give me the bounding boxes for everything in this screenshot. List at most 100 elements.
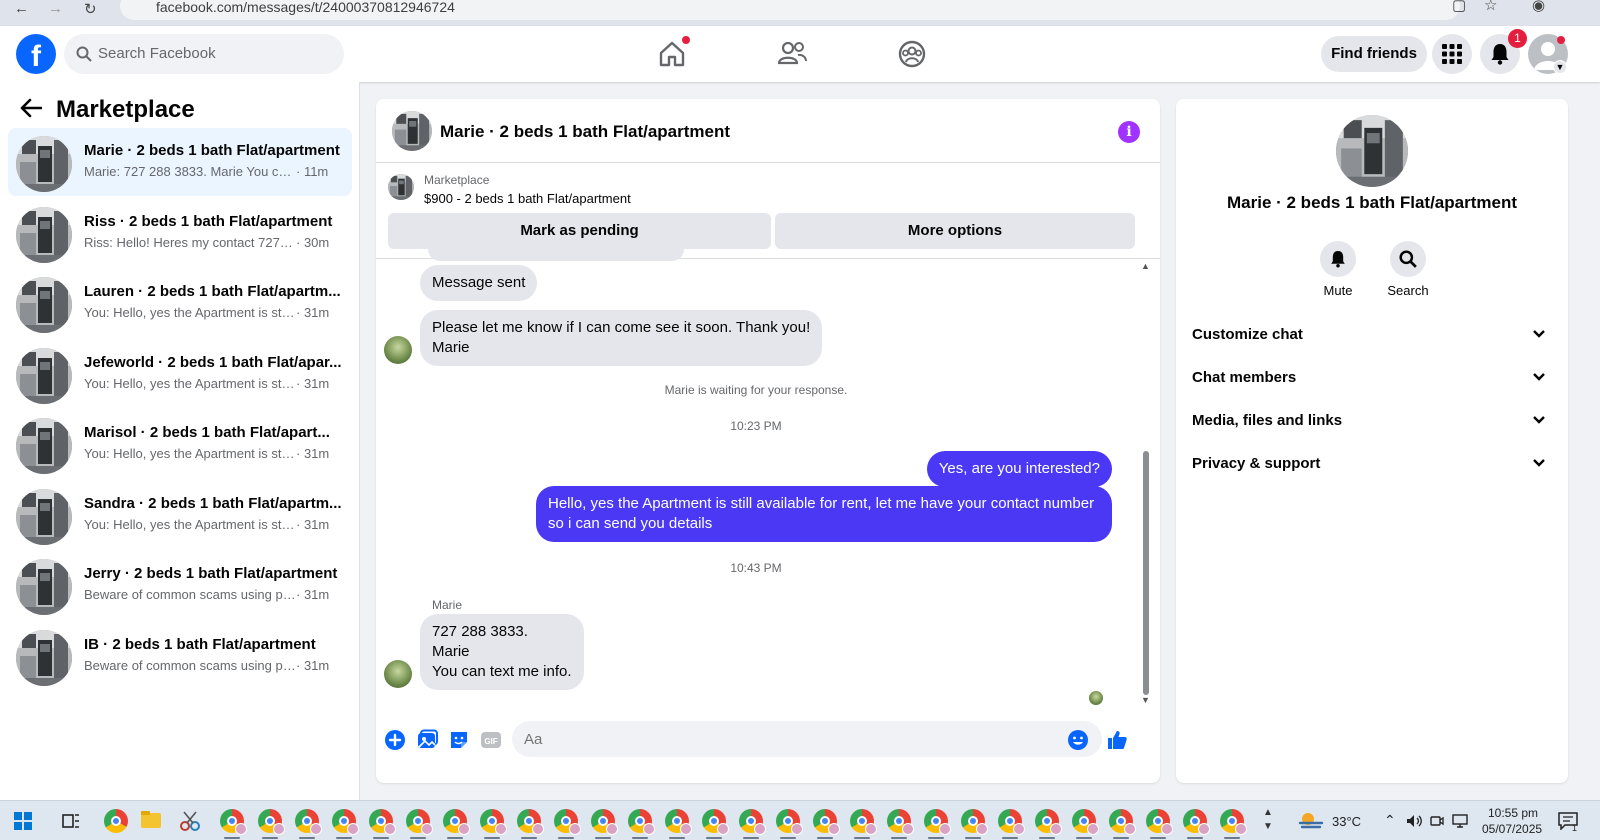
chrome-app-icon[interactable]: [1035, 809, 1062, 839]
volume-icon[interactable]: [1406, 814, 1422, 828]
thumbs-up-icon[interactable]: [1106, 729, 1128, 751]
conversation-avatar[interactable]: [16, 347, 72, 404]
forward-nav-icon[interactable]: →: [48, 0, 63, 17]
conversation-avatar[interactable]: [16, 629, 72, 686]
conversation-item[interactable]: Marie · 2 beds 1 bath Flat/apartment Mari…: [8, 128, 352, 196]
account-chevron-icon[interactable]: ▼: [1553, 60, 1567, 74]
chrome-app-icon[interactable]: [1183, 809, 1210, 839]
conversation-avatar[interactable]: [16, 136, 72, 192]
find-friends-button[interactable]: Find friends: [1321, 36, 1427, 72]
chrome-app-icon[interactable]: [258, 809, 285, 839]
groups-nav-icon[interactable]: [892, 36, 932, 72]
chrome-app-icon[interactable]: [665, 809, 692, 839]
home-nav-icon[interactable]: [652, 36, 692, 72]
scrollbar-thumb[interactable]: [1143, 451, 1149, 695]
url-text[interactable]: facebook.com/messages/t/2400037081294672…: [156, 0, 455, 15]
clock-date[interactable]: 05/07/2025: [1482, 822, 1542, 836]
back-nav-icon[interactable]: ←: [14, 0, 29, 17]
weather-icon[interactable]: [1298, 811, 1324, 831]
chrome-app-icon[interactable]: [776, 809, 803, 839]
bookmark-star-icon[interactable]: ☆: [1484, 0, 1497, 14]
chrome-app-icon[interactable]: [406, 809, 433, 839]
photo-icon[interactable]: [416, 729, 438, 751]
chrome-app-icon[interactable]: [924, 809, 951, 839]
sticker-icon[interactable]: [448, 729, 470, 751]
chrome-app-icon[interactable]: [998, 809, 1025, 839]
media-files-links-section[interactable]: Media, files and links: [1192, 403, 1552, 439]
chat-title[interactable]: Marie · 2 beds 1 bath Flat/apartment: [440, 122, 730, 142]
privacy-support-section[interactable]: Privacy & support: [1192, 446, 1552, 482]
network-icon[interactable]: [1452, 814, 1468, 828]
search-box[interactable]: Search Facebook: [64, 34, 344, 74]
scroll-up-arrow-icon[interactable]: ▲: [1141, 261, 1150, 271]
conversation-avatar[interactable]: [16, 488, 72, 545]
chrome-app-icon[interactable]: [628, 809, 655, 839]
chrome-app-icon[interactable]: [1072, 809, 1099, 839]
conversation-item[interactable]: Marisol · 2 beds 1 bath Flat/apart... You…: [8, 410, 352, 478]
chrome-app-icon[interactable]: [443, 809, 470, 839]
chrome-app-icon[interactable]: [480, 809, 507, 839]
windows-start-icon[interactable]: [14, 812, 32, 830]
conversation-item[interactable]: Lauren · 2 beds 1 bath Flat/apartm... You…: [8, 269, 352, 337]
chrome-app-icon[interactable]: [295, 809, 322, 839]
chrome-app-icon[interactable]: [1109, 809, 1136, 839]
chrome-app-icon[interactable]: [961, 809, 988, 839]
clock-time[interactable]: 10:55 pm: [1488, 806, 1538, 820]
listing-thumbnail[interactable]: [388, 174, 414, 200]
cast-icon[interactable]: ▢: [1452, 0, 1466, 14]
address-bar[interactable]: facebook.com/messages/t/2400037081294672…: [120, 0, 1460, 20]
conversation-avatar[interactable]: [16, 418, 72, 474]
chrome-app-icon[interactable]: [850, 809, 877, 839]
conversation-item[interactable]: Sandra · 2 beds 1 bath Flat/apartm... You…: [8, 481, 352, 549]
conversation-avatar[interactable]: [16, 277, 72, 333]
chrome-app-icon[interactable]: [1146, 809, 1173, 839]
search-in-conversation-button[interactable]: Search: [1378, 241, 1438, 298]
facebook-logo-icon[interactable]: f: [16, 34, 56, 74]
more-options-button[interactable]: More options: [775, 213, 1135, 249]
chrome-app-icon[interactable]: [887, 809, 914, 839]
conversation-avatar[interactable]: [16, 206, 72, 263]
customize-chat-section[interactable]: Customize chat: [1192, 317, 1552, 353]
chrome-app-icon[interactable]: [220, 809, 247, 839]
chrome-app-icon[interactable]: [517, 809, 544, 839]
chat-members-section[interactable]: Chat members: [1192, 360, 1552, 396]
conversation-item[interactable]: IB · 2 beds 1 bath Flat/apartment Beware …: [8, 622, 352, 690]
contact-avatar[interactable]: [1336, 115, 1408, 187]
chrome-app-icon[interactable]: [369, 809, 396, 839]
conversation-avatar[interactable]: [16, 559, 72, 615]
conversation-item[interactable]: Riss · 2 beds 1 bath Flat/apartment Riss:…: [8, 199, 352, 267]
chrome-app-icon[interactable]: [813, 809, 840, 839]
chat-scrollbar[interactable]: ▲ ▼: [1141, 261, 1151, 709]
friends-nav-icon[interactable]: [772, 36, 812, 72]
conversation-item[interactable]: Jefeworld · 2 beds 1 bath Flat/apar... Yo…: [8, 340, 352, 408]
reload-icon[interactable]: ↻: [84, 0, 97, 18]
file-explorer-icon[interactable]: [140, 809, 162, 831]
sender-avatar[interactable]: [384, 336, 412, 364]
info-icon[interactable]: i: [1118, 121, 1140, 143]
sender-avatar[interactable]: [384, 660, 412, 688]
scroll-down-arrow-icon[interactable]: ▼: [1141, 695, 1150, 705]
menu-grid-button[interactable]: [1432, 34, 1472, 74]
mute-button[interactable]: Mute: [1308, 241, 1368, 298]
chrome-app-icon[interactable]: [332, 809, 359, 839]
taskbar-overflow-arrows-icon[interactable]: ▲ ▼: [1263, 806, 1273, 834]
temperature[interactable]: 33°C: [1332, 814, 1361, 829]
chrome-app-icon[interactable]: [1220, 809, 1247, 839]
profile-icon[interactable]: ◉: [1532, 0, 1545, 14]
chrome-app-icon[interactable]: [591, 809, 618, 839]
tray-chevron-icon[interactable]: ⌃: [1384, 812, 1396, 829]
task-view-icon[interactable]: [62, 813, 80, 829]
conversation-item[interactable]: Jerry · 2 beds 1 bath Flat/apartment Bewa…: [8, 551, 352, 619]
chrome-app-icon[interactable]: [739, 809, 766, 839]
chat-avatar[interactable]: [392, 111, 432, 151]
message-input[interactable]: [512, 721, 1102, 757]
back-arrow-icon[interactable]: [20, 98, 42, 118]
chrome-app-icon[interactable]: [554, 809, 581, 839]
plus-circle-icon[interactable]: [384, 729, 406, 751]
chrome-app-icon[interactable]: [104, 809, 128, 833]
listing-title[interactable]: $900 - 2 beds 1 bath Flat/apartment: [424, 191, 631, 206]
gif-icon[interactable]: GIF: [480, 729, 502, 751]
emoji-icon[interactable]: [1067, 729, 1089, 751]
chrome-app-icon[interactable]: [702, 809, 729, 839]
snipping-tool-icon[interactable]: [178, 809, 202, 833]
